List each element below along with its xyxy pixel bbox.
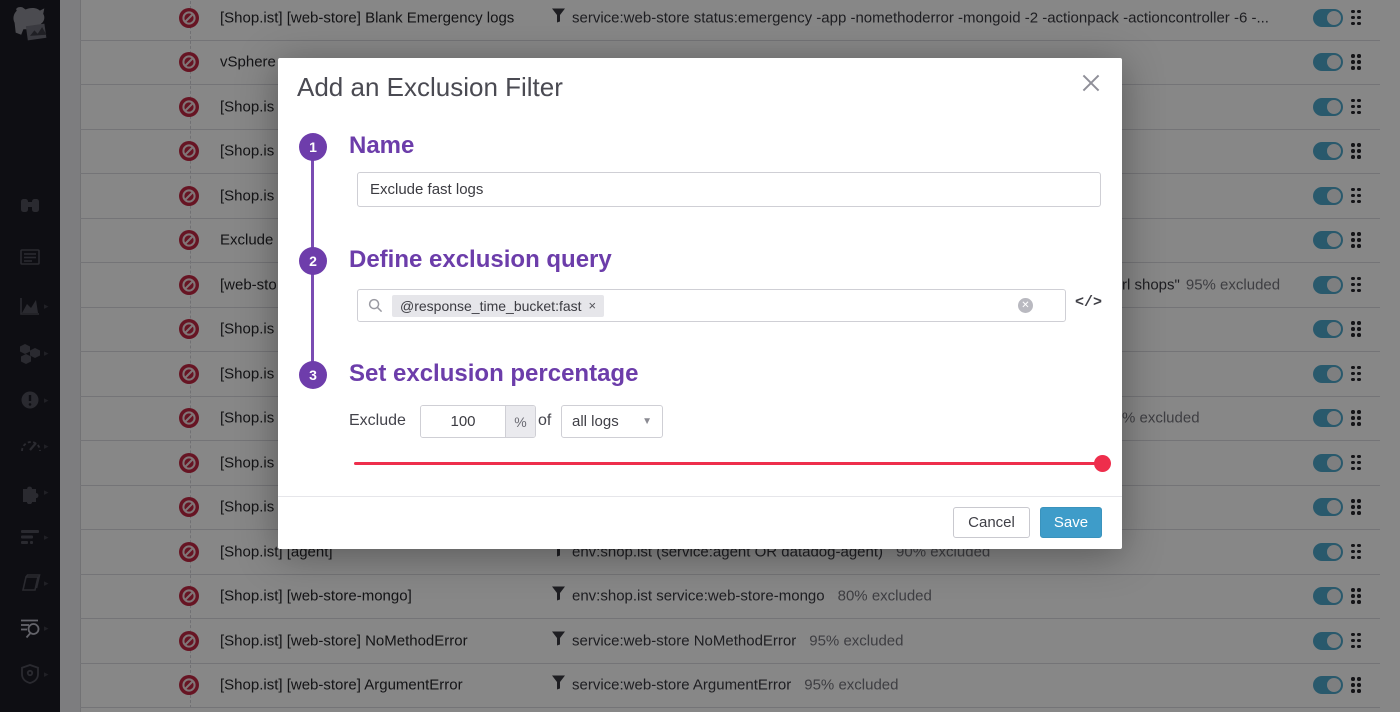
exclusion-percentage-input[interactable] (421, 406, 505, 437)
percentage-slider-handle[interactable] (1094, 455, 1111, 472)
step-1-heading: Name (349, 132, 414, 160)
step-3-heading: Set exclusion percentage (349, 360, 638, 388)
of-label: of (538, 412, 551, 430)
step-1-badge: 1 (299, 133, 327, 161)
query-token-chip[interactable]: @response_time_bucket:fast × (392, 295, 604, 317)
clear-query-icon[interactable]: ✕ (1018, 298, 1033, 313)
percent-suffix: % (505, 406, 535, 437)
scope-dropdown[interactable]: all logs ▼ (561, 405, 663, 438)
cancel-button[interactable]: Cancel (953, 507, 1030, 538)
filter-name-input[interactable] (357, 172, 1101, 207)
modal-title: Add an Exclusion Filter (297, 72, 563, 103)
step-3-badge: 3 (299, 361, 327, 389)
add-exclusion-filter-modal: Add an Exclusion Filter 1 Name 2 Define … (278, 58, 1122, 549)
code-view-icon[interactable]: </> (1075, 294, 1102, 311)
step-2-badge: 2 (299, 247, 327, 275)
step-2-heading: Define exclusion query (349, 246, 612, 274)
scope-dropdown-value: all logs (572, 413, 619, 430)
exclusion-query-input[interactable]: @response_time_bucket:fast × (357, 289, 1066, 322)
search-icon (368, 298, 383, 313)
close-icon[interactable] (1078, 70, 1104, 96)
token-remove-icon[interactable]: × (589, 298, 597, 313)
save-button[interactable]: Save (1040, 507, 1102, 538)
exclude-label: Exclude (349, 412, 406, 430)
query-token-text: @response_time_bucket:fast (400, 298, 582, 314)
chevron-down-icon: ▼ (642, 416, 652, 427)
footer-divider (278, 496, 1122, 497)
exclusion-percentage-group: % (420, 405, 536, 438)
percentage-slider-track[interactable] (354, 462, 1102, 465)
